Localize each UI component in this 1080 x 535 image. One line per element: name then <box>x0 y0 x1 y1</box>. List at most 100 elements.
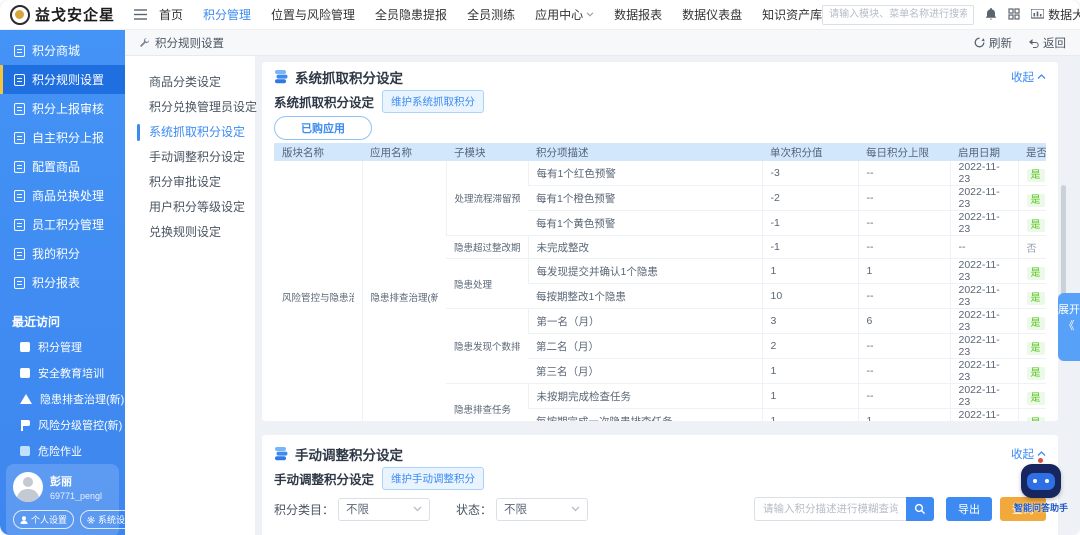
maintain-manual-points-button[interactable]: 维护手动调整积分 <box>382 466 485 490</box>
sidebar-avatar[interactable] <box>13 472 43 502</box>
module-name-cell: 风险管控与隐患治理 <box>274 161 362 421</box>
submenu-item[interactable]: 手动调整积分设定 <box>125 145 255 170</box>
recent-item[interactable]: 危险作业 <box>0 438 125 464</box>
logo-text: 益戈安企星 <box>35 7 116 24</box>
enabled-badge: 是 <box>1026 366 1045 380</box>
ai-assistant-widget[interactable]: 智能问答助手 <box>1010 458 1072 514</box>
description-cell: 每按期整改1个隐患 <box>528 283 762 309</box>
sidebar-item[interactable]: 积分规则设置 <box>0 65 125 94</box>
filter-row: 积分类目： 不限 状态： 不限 导出 查询 <box>274 497 1046 521</box>
top-nav: 首页 积分管理 位置与风险管理 全员隐患提报 全员测练 应用中心 数据报表 数据仪表盘 知识资产… <box>159 6 822 23</box>
sidebar-item[interactable]: 自主积分上报 <box>0 123 125 152</box>
submenu-item[interactable]: 积分审批设定 <box>125 170 255 195</box>
refresh-button[interactable]: 刷新 <box>974 35 1012 51</box>
category-label: 积分类目： <box>274 502 335 517</box>
enable-date-cell: 2022-11-23 <box>949 185 1018 211</box>
top-nav-item[interactable]: 知识资产库 <box>762 6 822 23</box>
apps-grid-icon[interactable] <box>1008 8 1020 21</box>
status-select[interactable]: 不限 <box>496 497 589 521</box>
daily-limit-cell: -- <box>857 185 950 211</box>
sidebar-item-label: 积分商城 <box>32 44 81 58</box>
back-button[interactable]: 返回 <box>1028 35 1066 51</box>
sidebar-item-label: 积分规则设置 <box>32 73 105 87</box>
chevron-up-icon <box>1037 451 1046 456</box>
flag-icon <box>20 420 30 431</box>
top-nav-item[interactable]: 数据仪表盘 <box>682 6 742 23</box>
recent-item[interactable]: 安全教育培训 <box>0 360 125 386</box>
description-cell: 每有1个红色预警 <box>527 161 762 186</box>
export-button[interactable]: 导出 <box>946 497 992 521</box>
search-button[interactable] <box>906 497 934 521</box>
category-select[interactable]: 不限 <box>338 497 431 521</box>
top-nav-item[interactable]: 首页 <box>159 6 183 23</box>
top-nav-item[interactable]: 积分管理 <box>203 6 251 23</box>
tab-actions: 刷新 返回 <box>974 35 1066 51</box>
top-nav-item[interactable]: 应用中心 <box>535 6 594 23</box>
top-nav-item[interactable]: 位置与风险管理 <box>271 6 355 23</box>
global-search-input[interactable] <box>822 4 975 25</box>
table-header-cell: 版块名称 <box>274 143 362 161</box>
daily-limit-cell: -- <box>857 383 950 409</box>
recent-item-label: 安全教育培训 <box>38 368 104 380</box>
enabled-cell: 是 <box>1017 333 1046 359</box>
personal-settings-label: 个人设置 <box>31 515 68 525</box>
top-nav-item[interactable]: 全员测练 <box>467 6 515 23</box>
enabled-badge: 是 <box>1026 266 1045 280</box>
expand-panel-tab[interactable]: 展开《 <box>1058 293 1080 361</box>
daily-limit-cell: -- <box>857 283 950 309</box>
top-nav-item[interactable]: 全员隐患提报 <box>375 6 447 23</box>
doc-icon <box>20 368 30 378</box>
sidebar-item[interactable]: 商品兑换处理 <box>0 181 125 210</box>
table-header-cell: 应用名称 <box>362 143 446 161</box>
purchased-apps-button[interactable]: 已购应用 <box>274 116 372 140</box>
description-cell: 第二名（月） <box>528 333 762 359</box>
recent-item[interactable]: 积分管理 <box>0 334 125 360</box>
collapse-link[interactable]: 收起 <box>1011 69 1046 85</box>
recent-item[interactable]: 隐患排查治理(新) <box>0 386 125 412</box>
daily-limit-cell: -- <box>857 161 950 186</box>
sidebar-item[interactable]: 积分商城 <box>0 36 125 65</box>
sidebar-item-label: 积分上报审核 <box>32 102 105 116</box>
document-icon <box>14 276 25 289</box>
document-icon <box>14 102 25 115</box>
daily-limit-cell: -- <box>857 333 950 359</box>
enabled-cell: 是 <box>1017 161 1046 186</box>
submenu-item[interactable]: 积分兑换管理员设定 <box>125 95 257 120</box>
app-logo: 益戈安企星 <box>10 4 128 25</box>
score-cell: -2 <box>761 185 858 211</box>
daily-limit-cell: -- <box>857 235 950 259</box>
global-search <box>822 4 975 25</box>
sidebar-menu: 积分商城积分规则设置 积分上报审核自主积分上报 配置商品商品兑换处理员工积分管理 我的… <box>0 36 125 297</box>
description-cell: 未完成整改 <box>527 235 762 259</box>
robot-icon <box>1021 458 1061 498</box>
sidebar-item[interactable]: 积分上报审核 <box>0 94 125 123</box>
recent-item-label: 危险作业 <box>38 446 82 458</box>
recent-item-label: 隐患排查治理(新) <box>40 394 125 406</box>
maintain-system-points-button[interactable]: 维护系统抓取积分 <box>382 89 485 113</box>
sidebar-item[interactable]: 积分报表 <box>0 268 125 297</box>
hamburger-icon[interactable] <box>134 9 147 20</box>
enabled-cell: 否 <box>1017 235 1046 259</box>
sidebar-item[interactable]: 我的积分 <box>0 239 125 268</box>
scrollbar-thumb[interactable] <box>1061 185 1066 297</box>
top-nav-item[interactable]: 数据报表 <box>614 6 662 23</box>
score-cell: 1 <box>761 258 858 284</box>
system-settings-button[interactable]: 系统设置 <box>80 510 142 529</box>
personal-settings-button[interactable]: 个人设置 <box>13 510 75 529</box>
submenu-item[interactable]: 用户积分等级设定 <box>125 195 255 220</box>
enabled-badge: 是 <box>1026 291 1045 305</box>
tab-label: 积分规则设置 <box>155 37 224 50</box>
sidebar-item-label: 商品兑换处理 <box>32 189 105 203</box>
description-search-input[interactable] <box>754 497 906 521</box>
submenu-item[interactable]: 兑换规则设定 <box>125 220 255 245</box>
sidebar-item[interactable]: 配置商品 <box>0 152 125 181</box>
tab-points-rules[interactable]: 积分规则设置 <box>139 35 224 51</box>
submenu-item[interactable]: 系统抓取积分设定 <box>125 120 255 145</box>
back-label: 返回 <box>1043 37 1066 50</box>
bell-icon[interactable] <box>985 7 997 21</box>
enabled-badge: 是 <box>1026 193 1045 207</box>
recent-item[interactable]: 风险分级管控(新) <box>0 412 125 438</box>
sidebar-item[interactable]: 员工积分管理 <box>0 210 125 239</box>
data-screen-link[interactable]: 数据大屏 <box>1031 6 1080 23</box>
submenu-item[interactable]: 商品分类设定 <box>125 70 255 95</box>
